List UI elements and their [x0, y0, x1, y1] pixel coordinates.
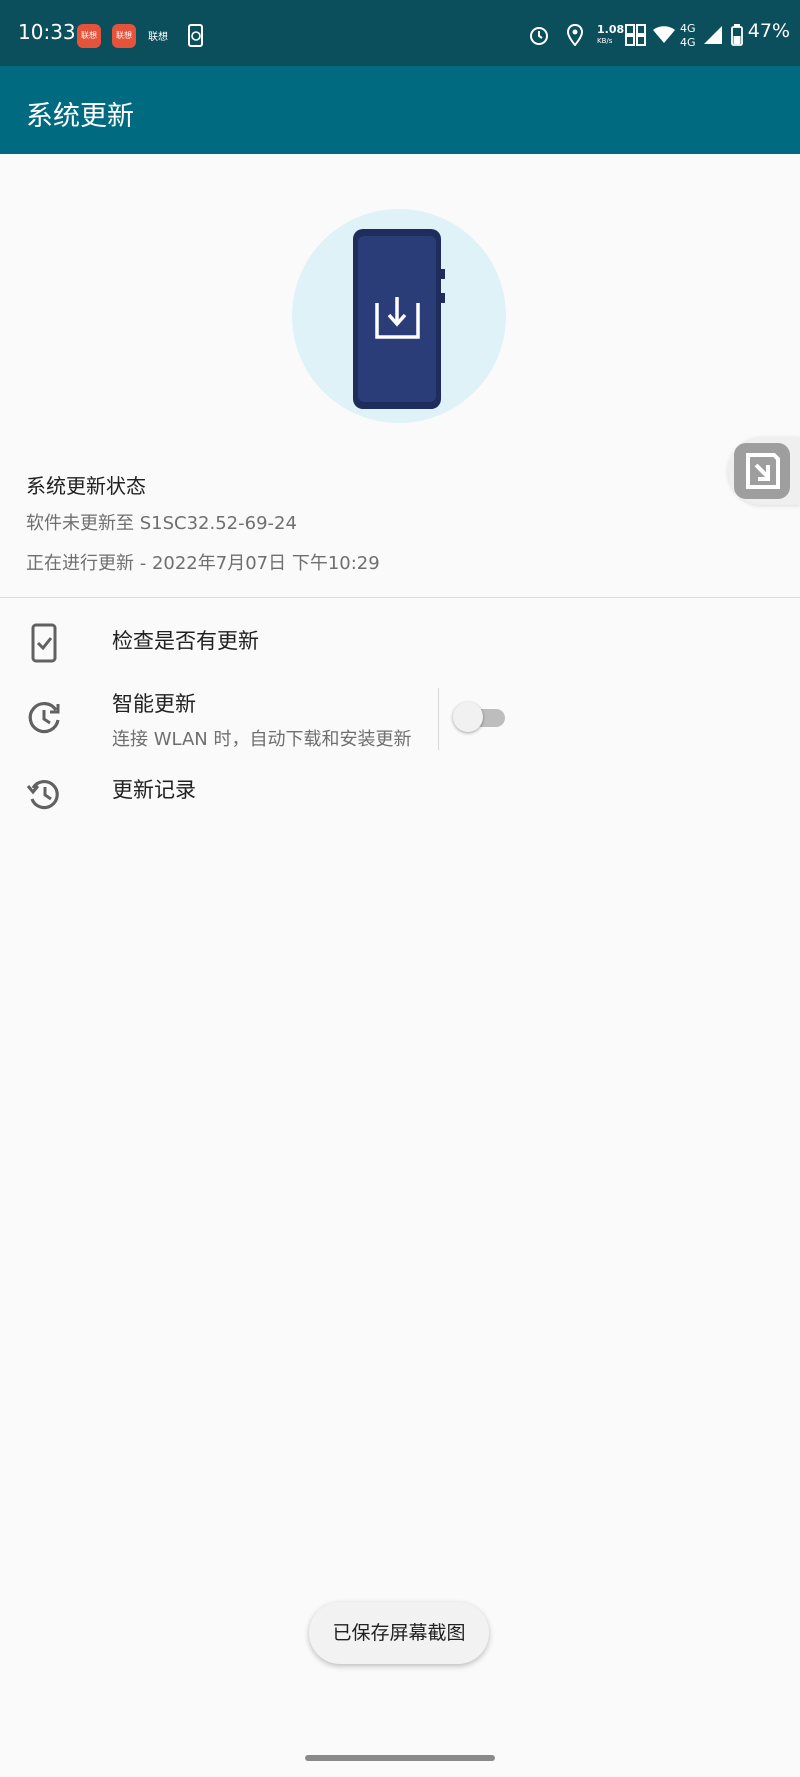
net-speed-unit: KB/s	[597, 37, 613, 45]
screen-tool-icon	[746, 453, 780, 489]
alarm-icon	[530, 27, 548, 45]
smart-update-toggle[interactable]	[453, 702, 507, 732]
lenovo-app-icon: 联想	[77, 24, 101, 48]
floating-assistant-button[interactable]	[728, 437, 800, 505]
phone-sync-icon	[188, 24, 203, 47]
history-icon	[26, 780, 59, 810]
dual-sim-icon	[625, 24, 646, 46]
wifi-icon	[653, 26, 675, 43]
update-illustration	[292, 209, 506, 423]
version-status: 软件未更新至 S1SC32.52-69-24	[26, 513, 297, 534]
screenshot-saved-toast: 已保存屏幕截图	[309, 1602, 489, 1664]
update-history-label: 更新记录	[112, 778, 196, 802]
phone-check-icon	[31, 623, 57, 663]
status-bar: 10:33 联想 联想 联想 1.08 KB/s 4G 4G 47%	[0, 0, 800, 66]
battery-percent: 47%	[747, 20, 790, 42]
smart-update-label: 智能更新	[112, 692, 196, 716]
floating-assistant-icon	[734, 443, 790, 499]
page-title: 系统更新	[26, 101, 134, 132]
toggle-separator	[438, 688, 439, 750]
net-speed: 1.08	[597, 23, 625, 36]
phone-download-icon	[353, 229, 445, 409]
app-bar: 系统更新	[0, 66, 800, 154]
network-type-label-2: 4G	[680, 36, 696, 49]
check-updates-label: 检查是否有更新	[112, 629, 259, 653]
status-time: 10:33	[18, 20, 76, 44]
lenovo-app-icon: 联想	[112, 24, 136, 48]
section-divider	[0, 597, 800, 598]
gesture-nav-handle[interactable]	[305, 1755, 495, 1761]
update-status-title: 系统更新状态	[26, 474, 146, 498]
battery-icon	[731, 24, 743, 46]
smart-update-item[interactable]: 智能更新 连接 WLAN 时，自动下载和安装更新	[0, 680, 438, 760]
schedule-update-icon	[28, 702, 60, 734]
location-icon	[566, 24, 584, 46]
update-progress-time: 正在进行更新 - 2022年7月07日 下午10:29	[26, 553, 380, 574]
network-type-label: 4G	[680, 22, 696, 35]
toggle-thumb	[453, 702, 483, 732]
update-history-item[interactable]: 更新记录	[0, 762, 800, 828]
lenovo-text-icon: 联想	[148, 32, 168, 43]
cell-signal-icon	[704, 26, 722, 44]
smart-update-description: 连接 WLAN 时，自动下载和安装更新	[112, 729, 412, 750]
check-updates-item[interactable]: 检查是否有更新	[0, 610, 800, 676]
